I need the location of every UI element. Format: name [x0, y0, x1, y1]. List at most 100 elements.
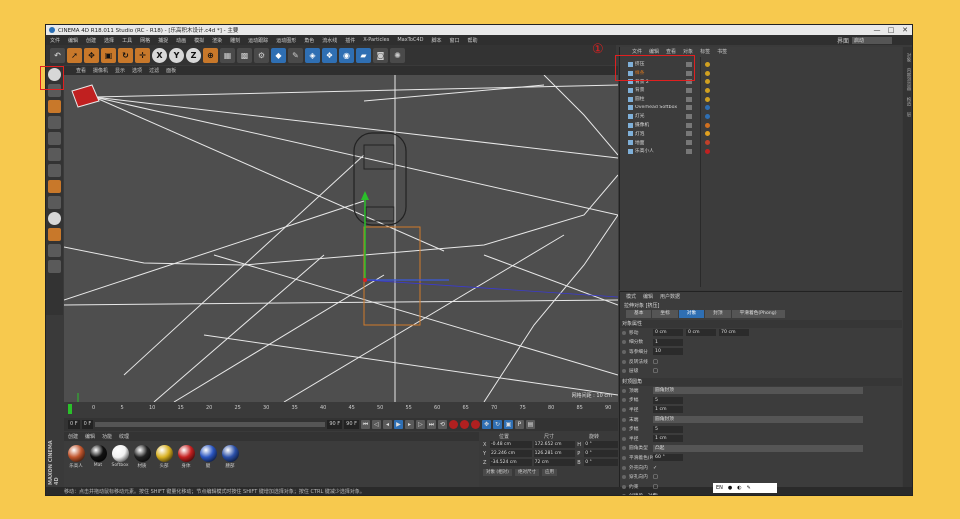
- property-field[interactable]: 0 cm: [653, 329, 683, 337]
- array-icon[interactable]: ❖: [322, 47, 337, 63]
- prev-frame-icon[interactable]: ◂: [382, 420, 392, 429]
- size-field[interactable]: 126.281 cm: [533, 450, 576, 457]
- object-row[interactable]: Overhead Softbox: [620, 103, 903, 112]
- property-field[interactable]: 10: [653, 348, 683, 356]
- visibility-toggle[interactable]: [686, 140, 692, 146]
- paint-icon[interactable]: [48, 228, 61, 241]
- start-frame-field[interactable]: 0 F: [81, 420, 94, 429]
- timeline-ruler[interactable]: 0 5 10 15 20 25 30 35 40 45 50 55 60 65 70 75 80 85 90: [64, 403, 618, 417]
- playhead[interactable]: [68, 404, 72, 414]
- pen-icon[interactable]: ✎: [288, 47, 303, 63]
- y-axis-icon[interactable]: Y: [169, 47, 184, 63]
- render-picture-icon[interactable]: ▩: [237, 47, 252, 63]
- position-field[interactable]: -34.524 cm: [489, 459, 532, 466]
- side-tab[interactable]: 构造: [905, 97, 911, 106]
- material-swatch[interactable]: Mat: [89, 445, 107, 469]
- object-name[interactable]: Overhead Softbox: [635, 105, 683, 110]
- light-icon[interactable]: ✺: [390, 47, 405, 63]
- menu-item[interactable]: 编辑: [68, 37, 78, 44]
- end-frame-field[interactable]: 90 F: [327, 420, 343, 429]
- object-menu-item[interactable]: 对象: [683, 48, 693, 55]
- menu-item[interactable]: MaxToC4D: [397, 37, 423, 43]
- grid-icon[interactable]: [48, 260, 61, 273]
- maximize-button[interactable]: □: [884, 25, 898, 35]
- animate-dot-icon[interactable]: [622, 349, 626, 354]
- visibility-toggle[interactable]: [686, 113, 692, 119]
- visibility-toggle[interactable]: [686, 122, 692, 128]
- scale-icon[interactable]: ▣: [101, 47, 116, 63]
- visibility-toggle[interactable]: [686, 87, 692, 93]
- param-key-icon[interactable]: P: [514, 420, 524, 429]
- material-swatch[interactable]: 乐高人: [67, 445, 85, 469]
- object-row[interactable]: 地面: [620, 138, 903, 147]
- live-select-icon[interactable]: ✛: [135, 47, 150, 63]
- material-tag-icon[interactable]: [705, 148, 710, 154]
- render-view-icon[interactable]: ▦: [220, 47, 235, 63]
- menu-item[interactable]: 网格: [140, 37, 150, 44]
- property-field[interactable]: 5: [653, 396, 683, 404]
- coord-mode-dropdown[interactable]: 对象 (相对): [483, 469, 512, 476]
- pla-key-icon[interactable]: ▤: [525, 420, 535, 429]
- animate-dot-icon[interactable]: [622, 388, 626, 393]
- material-tag-icon[interactable]: [705, 122, 710, 128]
- menu-item[interactable]: 工具: [122, 37, 132, 44]
- goto-end-icon[interactable]: ⏭: [426, 420, 436, 429]
- attribute-tab[interactable]: 平滑着色(Phong): [731, 310, 785, 318]
- property-checkbox[interactable]: □: [653, 368, 658, 374]
- object-name[interactable]: 灯泡: [635, 131, 683, 137]
- material-tag-icon[interactable]: [705, 61, 710, 67]
- object-menu-item[interactable]: 查看: [666, 48, 676, 55]
- subdivision-icon[interactable]: ◈: [305, 47, 320, 63]
- attribute-menu-item[interactable]: 模式: [626, 293, 636, 300]
- object-row[interactable]: 乐高小人: [620, 147, 903, 156]
- prev-key-icon[interactable]: ◁: [371, 420, 381, 429]
- object-menu-item[interactable]: 文件: [632, 48, 642, 55]
- material-tag-icon[interactable]: [705, 79, 710, 85]
- animate-dot-icon[interactable]: [622, 398, 626, 403]
- menu-item[interactable]: 角色: [304, 37, 314, 44]
- material-tag-icon[interactable]: [705, 140, 710, 146]
- floor-icon[interactable]: ▰: [356, 47, 371, 63]
- property-field[interactable]: 60 °: [653, 454, 683, 462]
- size-field[interactable]: 172.652 cm: [533, 441, 576, 448]
- animate-dot-icon[interactable]: [622, 427, 626, 432]
- minimize-button[interactable]: —: [870, 25, 884, 35]
- attribute-tab[interactable]: 坐标: [652, 310, 678, 318]
- attribute-menu-item[interactable]: 用户数据: [660, 293, 680, 300]
- world-coord-icon[interactable]: ⊕: [203, 47, 218, 63]
- rotation-field[interactable]: 0 °: [584, 441, 618, 448]
- side-tab[interactable]: 对象: [905, 53, 911, 62]
- polygons-mode-icon[interactable]: [48, 164, 61, 177]
- animate-dot-icon[interactable]: [622, 475, 626, 480]
- object-name[interactable]: 乐高小人: [635, 148, 683, 154]
- menu-item[interactable]: 窗口: [449, 37, 459, 44]
- material-swatch[interactable]: 身体: [177, 445, 195, 469]
- next-key-icon[interactable]: ▷: [415, 420, 425, 429]
- z-axis-icon[interactable]: Z: [186, 47, 201, 63]
- apply-button[interactable]: 应用: [541, 469, 557, 476]
- object-menu-item[interactable]: 编辑: [649, 48, 659, 55]
- menu-item[interactable]: 捕捉: [158, 37, 168, 44]
- material-swatch[interactable]: Softbox: [111, 445, 129, 469]
- menu-item[interactable]: 脚本: [431, 37, 441, 44]
- rotate-icon[interactable]: ↻: [118, 47, 133, 63]
- property-field[interactable]: 1 cm: [653, 435, 683, 443]
- menu-item[interactable]: 模拟: [194, 37, 204, 44]
- visibility-toggle[interactable]: [686, 131, 692, 137]
- menu-item[interactable]: 插件: [345, 37, 355, 44]
- menu-item[interactable]: 文件: [50, 37, 60, 44]
- workplane-icon[interactable]: [48, 116, 61, 129]
- material-tag-icon[interactable]: [705, 87, 710, 93]
- material-swatch[interactable]: 腿: [199, 445, 217, 469]
- material-tag-icon[interactable]: [705, 113, 710, 119]
- rotation-field[interactable]: 0 °: [584, 459, 618, 466]
- cube-icon[interactable]: ◆: [271, 47, 286, 63]
- attribute-tab[interactable]: 对象: [678, 310, 705, 318]
- property-checkbox[interactable]: □: [653, 359, 658, 365]
- property-field[interactable]: 1 cm: [653, 406, 683, 414]
- viewport-menu-item[interactable]: 摄像机: [93, 67, 108, 74]
- x-axis-icon[interactable]: X: [152, 47, 167, 63]
- object-name[interactable]: 摄像机: [635, 122, 683, 128]
- object-menu-item[interactable]: 标签: [700, 48, 710, 55]
- position-field[interactable]: 22.246 cm: [489, 450, 532, 457]
